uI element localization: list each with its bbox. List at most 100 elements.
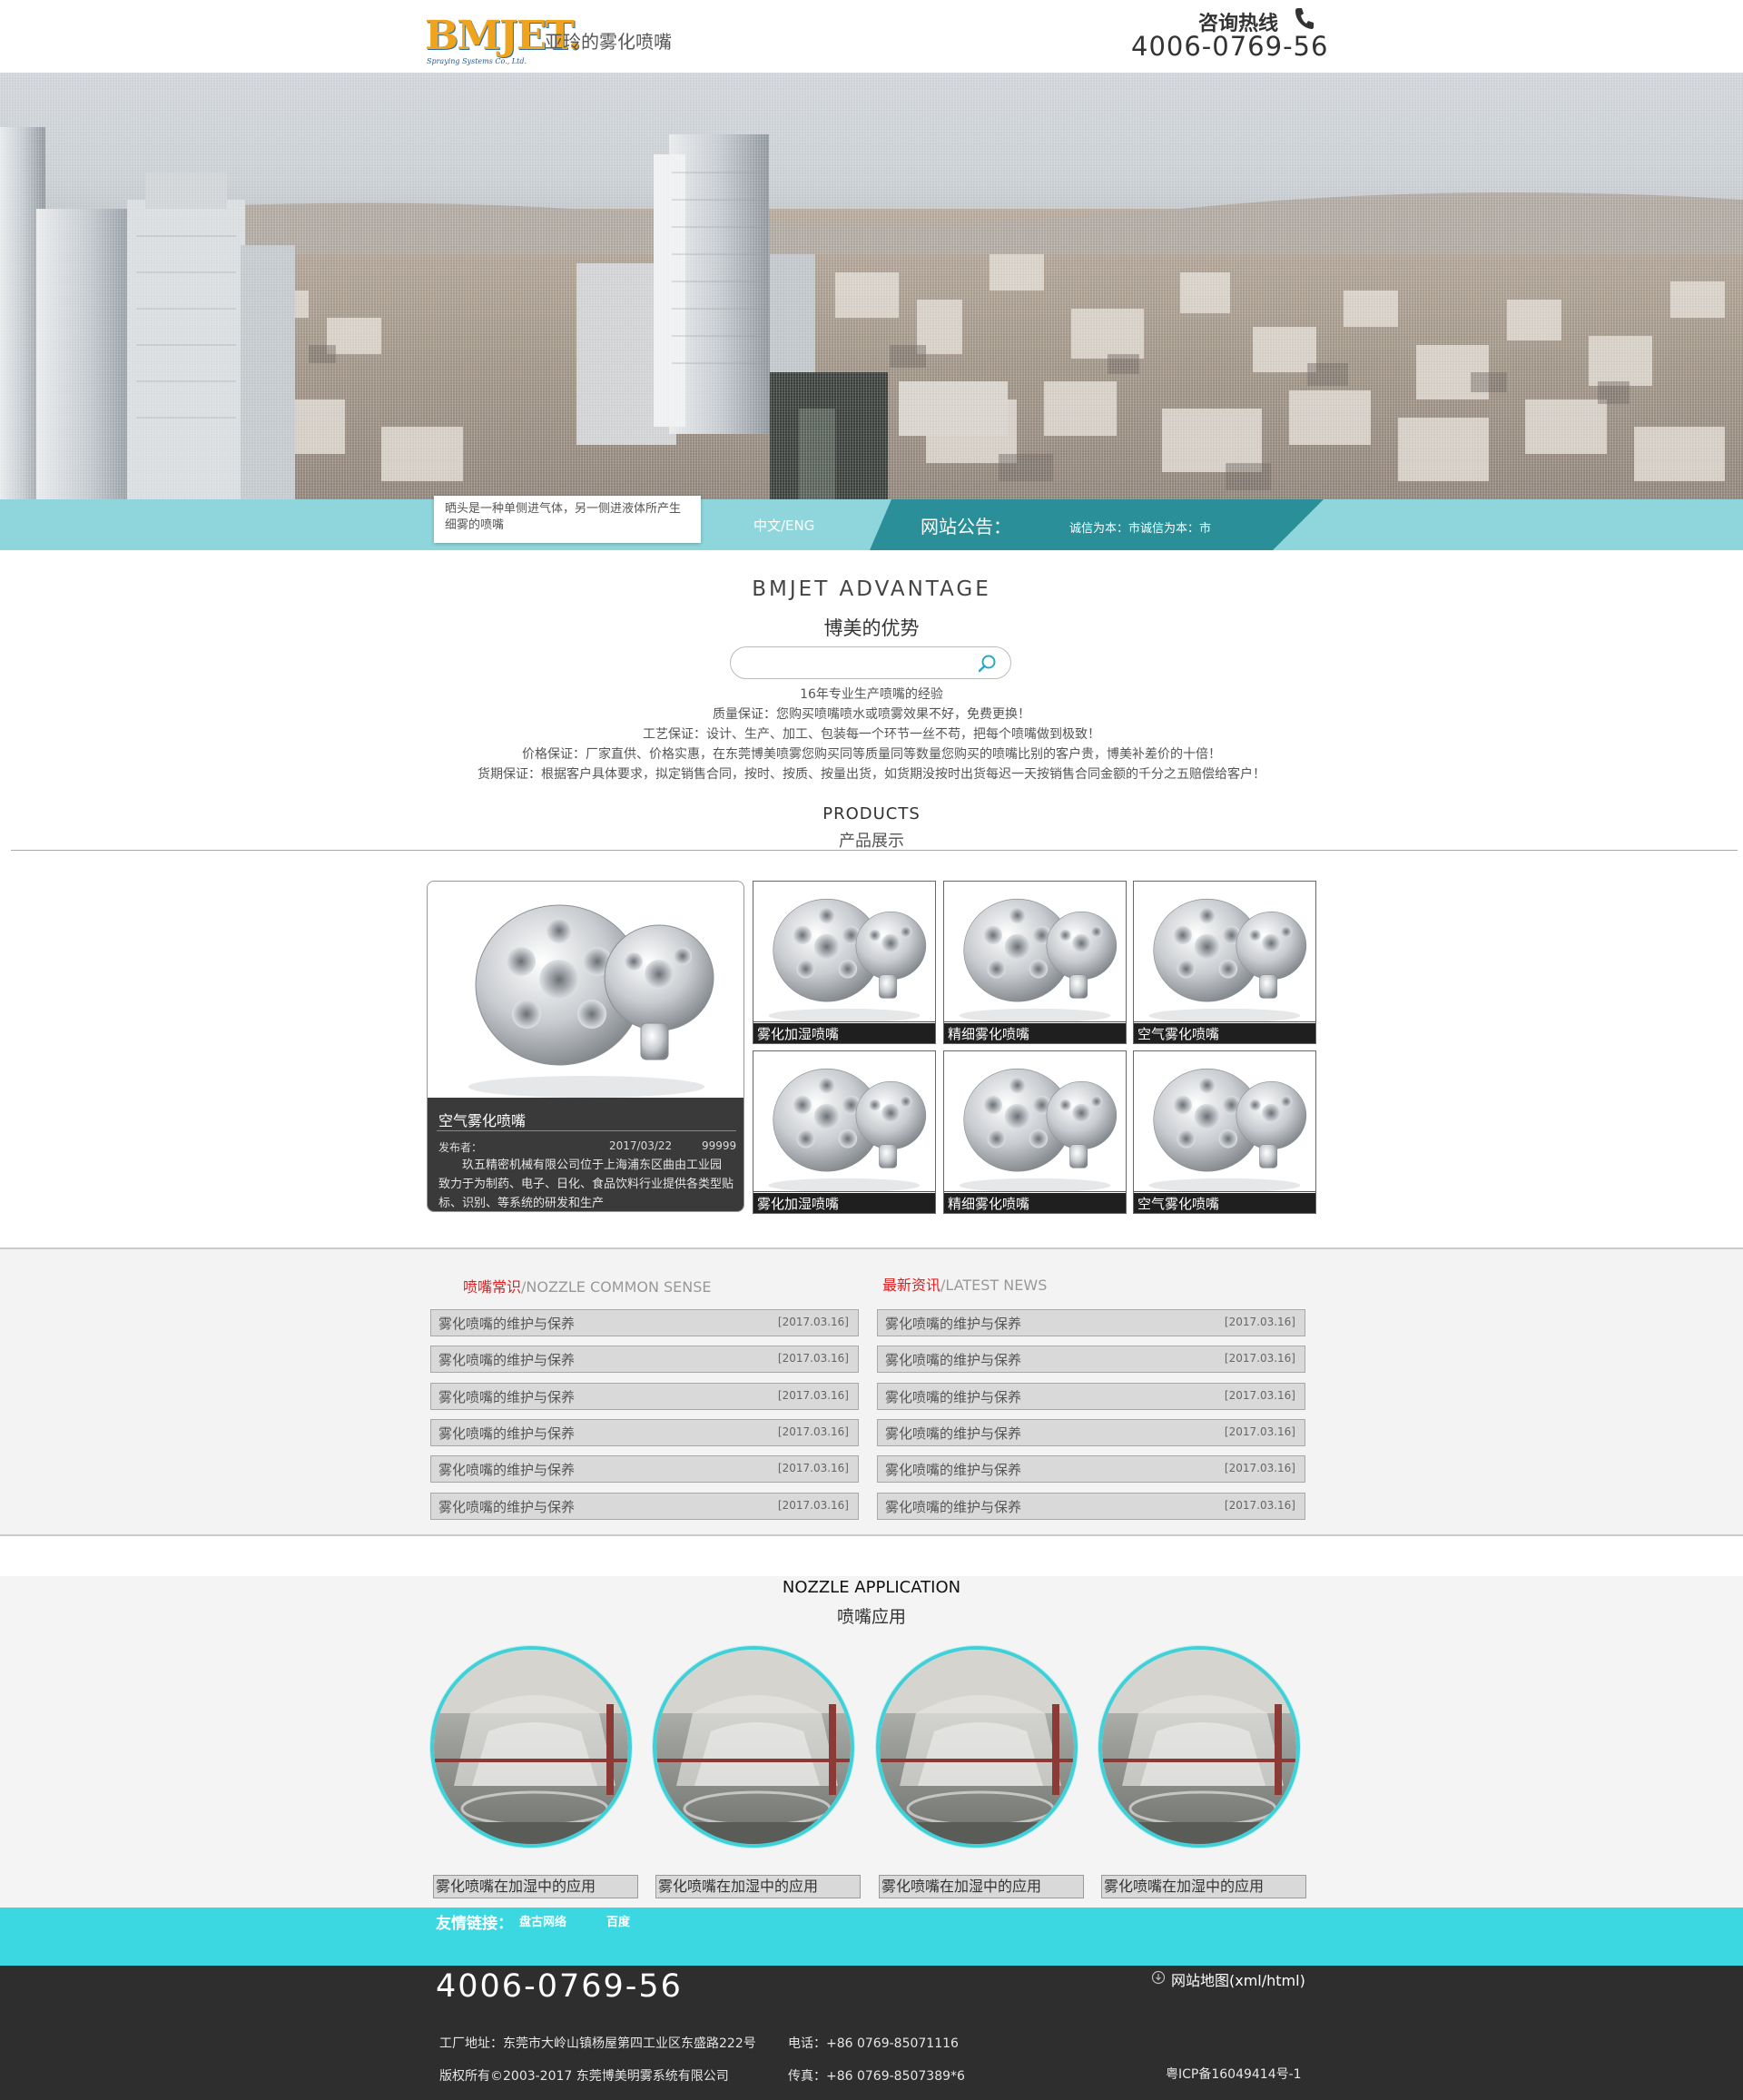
news-row[interactable]: 雾化喷嘴的维护与保养 [2017.03.16] (877, 1309, 1305, 1336)
news-title: 雾化喷嘴的维护与保养 (438, 1352, 576, 1368)
news-title: 雾化喷嘴的维护与保养 (885, 1462, 1022, 1478)
product-image (1134, 1068, 1315, 1192)
products-title-en: PRODUCTS (822, 804, 921, 823)
news-row[interactable]: 雾化喷嘴的维护与保养 [2017.03.16] (430, 1309, 859, 1336)
product-card[interactable]: 空气雾化喷嘴 (1133, 881, 1316, 1044)
friend-link[interactable]: 盘古网络 (519, 1912, 566, 1929)
search-input[interactable] (745, 653, 972, 673)
language-switch[interactable]: 中文/ENG (753, 516, 814, 535)
news-date: [2017.03.16] (1224, 1499, 1295, 1512)
latest-news-heading-en: /LATEST NEWS (940, 1277, 1048, 1294)
site-header: BMJET. Spraying Systems Co., Ltd. 亚玲的雾化喷… (0, 0, 1743, 73)
news-row[interactable]: 雾化喷嘴的维护与保养 [2017.03.16] (430, 1383, 859, 1410)
notice-text[interactable]: 诚信为本：市诚信为本：市 (1069, 518, 1211, 536)
news-row[interactable]: 雾化喷嘴的维护与保养 [2017.03.16] (430, 1455, 859, 1483)
nozzle-sense-heading-cn: 喷嘴常识 (463, 1278, 522, 1296)
product-caption: 精细雾化喷嘴 (944, 1023, 1126, 1043)
news-title: 雾化喷嘴的维护与保养 (885, 1499, 1022, 1515)
search-icon[interactable] (978, 654, 998, 674)
product-card[interactable]: 雾化加湿喷嘴 (753, 1050, 936, 1214)
publish-date: 2017/03/22 (609, 1139, 673, 1152)
news-row[interactable]: 雾化喷嘴的维护与保养 [2017.03.16] (430, 1346, 859, 1373)
news-date: [2017.03.16] (1224, 1389, 1295, 1402)
application-title-en: NOZZLE APPLICATION (782, 1578, 961, 1597)
news-title: 雾化喷嘴的维护与保养 (885, 1352, 1022, 1368)
advantage-line: 16年专业生产喷嘴的经验 (800, 687, 943, 702)
featured-product[interactable]: 空气雾化喷嘴 发布者： 2017/03/22 99999 玖五精密机械有限公司位… (427, 881, 744, 1212)
news-date: [2017.03.16] (1224, 1462, 1295, 1474)
hero-banner (0, 73, 1743, 499)
news-row[interactable]: 雾化喷嘴的维护与保养 [2017.03.16] (877, 1419, 1305, 1446)
news-row[interactable]: 雾化喷嘴的维护与保养 [2017.03.16] (430, 1419, 859, 1446)
advantage-line: 货期保证：根据客户具体要求，拟定销售合同，按时、按质、按量出货，如货期没按时出货… (478, 767, 1265, 782)
application-caption[interactable]: 雾化喷嘴在加湿中的应用 (655, 1875, 861, 1898)
product-caption: 空气雾化喷嘴 (1134, 1193, 1315, 1213)
application-image[interactable] (1098, 1646, 1300, 1848)
friend-links-bar (0, 1908, 1743, 1966)
view-count: 99999 (702, 1139, 737, 1152)
logo[interactable]: BMJET. Spraying Systems Co., Ltd. (425, 15, 582, 66)
application-image[interactable] (876, 1646, 1078, 1848)
logo-subtext: Spraying Systems Co., Ltd. (427, 57, 527, 65)
notice-label: 网站公告： (921, 516, 1011, 537)
news-title: 雾化喷嘴的维护与保养 (438, 1499, 576, 1515)
news-row[interactable]: 雾化喷嘴的维护与保养 [2017.03.16] (877, 1383, 1305, 1410)
product-card[interactable]: 空气雾化喷嘴 (1133, 1050, 1316, 1214)
application-caption[interactable]: 雾化喷嘴在加湿中的应用 (879, 1875, 1084, 1898)
news-date: [2017.03.16] (777, 1462, 849, 1474)
footer-copyright: 版权所有©2003-2017 东莞博美明雾系统有限公司 (439, 2069, 729, 2084)
application-caption[interactable]: 雾化喷嘴在加湿中的应用 (433, 1875, 638, 1898)
featured-product-description: 玖五精密机械有限公司位于上海浦东区曲由工业园 致力于为制药、电子、日化、食品饮料… (438, 1158, 734, 1210)
news-row[interactable]: 雾化喷嘴的维护与保养 [2017.03.16] (430, 1493, 859, 1520)
featured-product-title[interactable]: 空气雾化喷嘴 (438, 1109, 526, 1130)
footer-phone: 4006-0769-56 (436, 1968, 683, 2005)
advantage-line: 质量保证：您购买喷嘴喷水或喷雾效果不好，免费更换！ (713, 707, 1030, 722)
news-title: 雾化喷嘴的维护与保养 (438, 1316, 576, 1332)
product-caption: 雾化加湿喷嘴 (753, 1193, 935, 1213)
application-caption[interactable]: 雾化喷嘴在加湿中的应用 (1101, 1875, 1306, 1898)
application-image[interactable] (653, 1646, 854, 1848)
news-date: [2017.03.16] (777, 1499, 849, 1512)
latest-news-heading[interactable]: 最新资讯/LATEST NEWS (882, 1273, 1047, 1295)
nozzle-sense-heading[interactable]: 喷嘴常识/NOZZLE COMMON SENSE (463, 1275, 712, 1296)
intro-box: 晒头是一种单侧进气体，另一侧进液体所产生细雾的喷嘴 (434, 496, 701, 543)
section-divider (11, 850, 1738, 851)
nozzle-sense-heading-en: /NOZZLE COMMON SENSE (521, 1278, 712, 1296)
featured-product-info: 空气雾化喷嘴 发布者： 2017/03/22 99999 玖五精密机械有限公司位… (428, 1098, 743, 1211)
news-row[interactable]: 雾化喷嘴的维护与保养 [2017.03.16] (877, 1493, 1305, 1520)
product-card[interactable]: 精细雾化喷嘴 (943, 1050, 1127, 1214)
friend-links-label: 友情链接： (436, 1915, 513, 1933)
phone-icon (1295, 8, 1314, 29)
product-image (1134, 898, 1315, 1022)
hotline-number[interactable]: 4006-0769-56 (1131, 31, 1327, 62)
product-image (753, 898, 935, 1022)
news-title: 雾化喷嘴的维护与保养 (438, 1389, 576, 1405)
footer-icp[interactable]: 粤ICP备16049414号-1 (1166, 2065, 1302, 2083)
news-date: [2017.03.16] (1224, 1316, 1295, 1328)
news-title: 雾化喷嘴的维护与保养 (885, 1389, 1022, 1405)
product-caption: 空气雾化喷嘴 (1134, 1023, 1315, 1043)
news-title: 雾化喷嘴的维护与保养 (438, 1425, 576, 1442)
sitemap-link[interactable]: 网站地图(xml/html) (1171, 1968, 1305, 1990)
news-title: 雾化喷嘴的维护与保养 (885, 1316, 1022, 1332)
advantage-title-en: BMJET ADVANTAGE (752, 577, 991, 601)
product-card[interactable]: 精细雾化喷嘴 (943, 881, 1127, 1044)
news-date: [2017.03.16] (1224, 1352, 1295, 1365)
advantage-title-cn: 博美的优势 (823, 617, 920, 639)
search-box (730, 646, 1011, 679)
news-date: [2017.03.16] (777, 1352, 849, 1365)
friend-link[interactable]: 百度 (606, 1912, 630, 1929)
application-title-cn: 喷嘴应用 (836, 1607, 906, 1627)
featured-divider (437, 1130, 736, 1131)
advantage-line: 价格保证：厂家直供、价格实惠，在东莞博美喷雾您购买同等质量同等数量您购买的喷嘴比… (522, 747, 1221, 762)
sitemap-icon (1151, 1970, 1166, 1985)
site-slogan: 亚玲的雾化喷嘴 (545, 31, 672, 53)
news-row[interactable]: 雾化喷嘴的维护与保养 [2017.03.16] (877, 1455, 1305, 1483)
footer-fax: 传真：+86 0769-8507389*6 (788, 2069, 965, 2084)
product-card[interactable]: 雾化加湿喷嘴 (753, 881, 936, 1044)
news-row[interactable]: 雾化喷嘴的维护与保养 [2017.03.16] (877, 1346, 1305, 1373)
news-section: 喷嘴常识/NOZZLE COMMON SENSE 最新资讯/LATEST NEW… (0, 1247, 1743, 1536)
application-image[interactable] (430, 1646, 632, 1848)
banner-texture (0, 73, 1743, 499)
product-caption: 精细雾化喷嘴 (944, 1193, 1126, 1213)
